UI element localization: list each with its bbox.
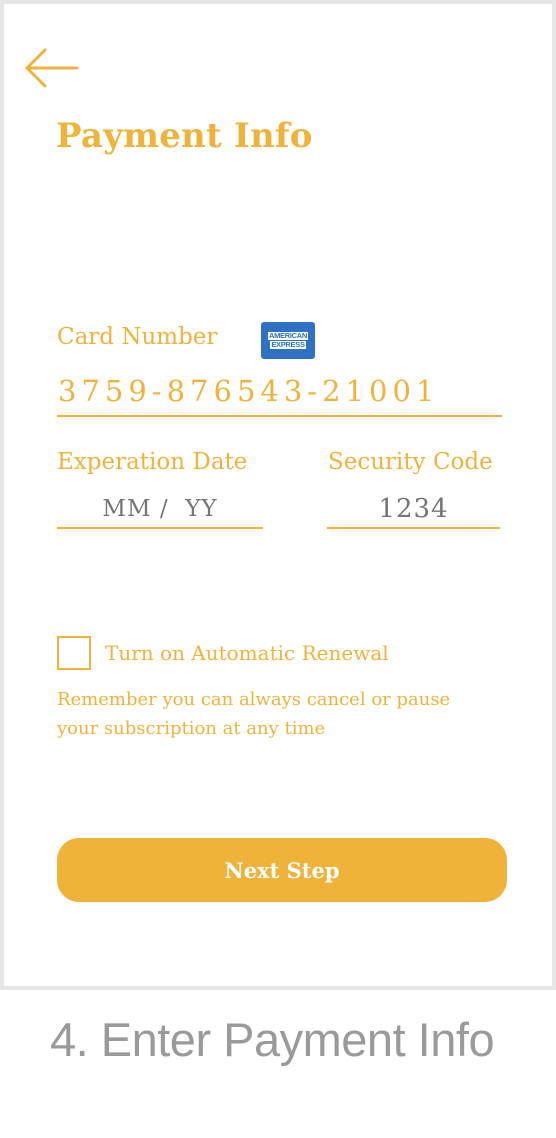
screen-caption: 4. Enter Payment Info <box>50 1013 495 1066</box>
auto-renewal-checkbox[interactable] <box>57 636 91 670</box>
back-button[interactable] <box>24 48 80 88</box>
page-title: Payment Info <box>56 116 313 156</box>
arrow-left-icon <box>25 48 79 88</box>
amex-logo-text-bottom: EXPRESS <box>270 340 306 349</box>
expiration-date-label: Experation Date <box>57 449 248 475</box>
expiration-date-input[interactable] <box>57 490 263 529</box>
security-code-input[interactable] <box>327 490 500 529</box>
phone-screen: Payment Info Card Number AMERICAN EXPRES… <box>0 0 556 990</box>
security-code-label: Security Code <box>328 449 493 475</box>
card-number-input[interactable] <box>57 366 502 417</box>
renewal-note: Remember you can always cancel or pause … <box>57 685 507 743</box>
american-express-icon: AMERICAN EXPRESS <box>261 322 315 359</box>
renewal-note-line-2: your subscription at any time <box>57 718 326 739</box>
renewal-note-line-1: Remember you can always cancel or pause <box>57 689 451 710</box>
next-step-button[interactable]: Next Step <box>57 838 507 902</box>
auto-renewal-label[interactable]: Turn on Automatic Renewal <box>105 641 389 665</box>
amex-logo-text-top: AMERICAN <box>267 331 308 340</box>
card-number-label: Card Number <box>57 324 218 350</box>
